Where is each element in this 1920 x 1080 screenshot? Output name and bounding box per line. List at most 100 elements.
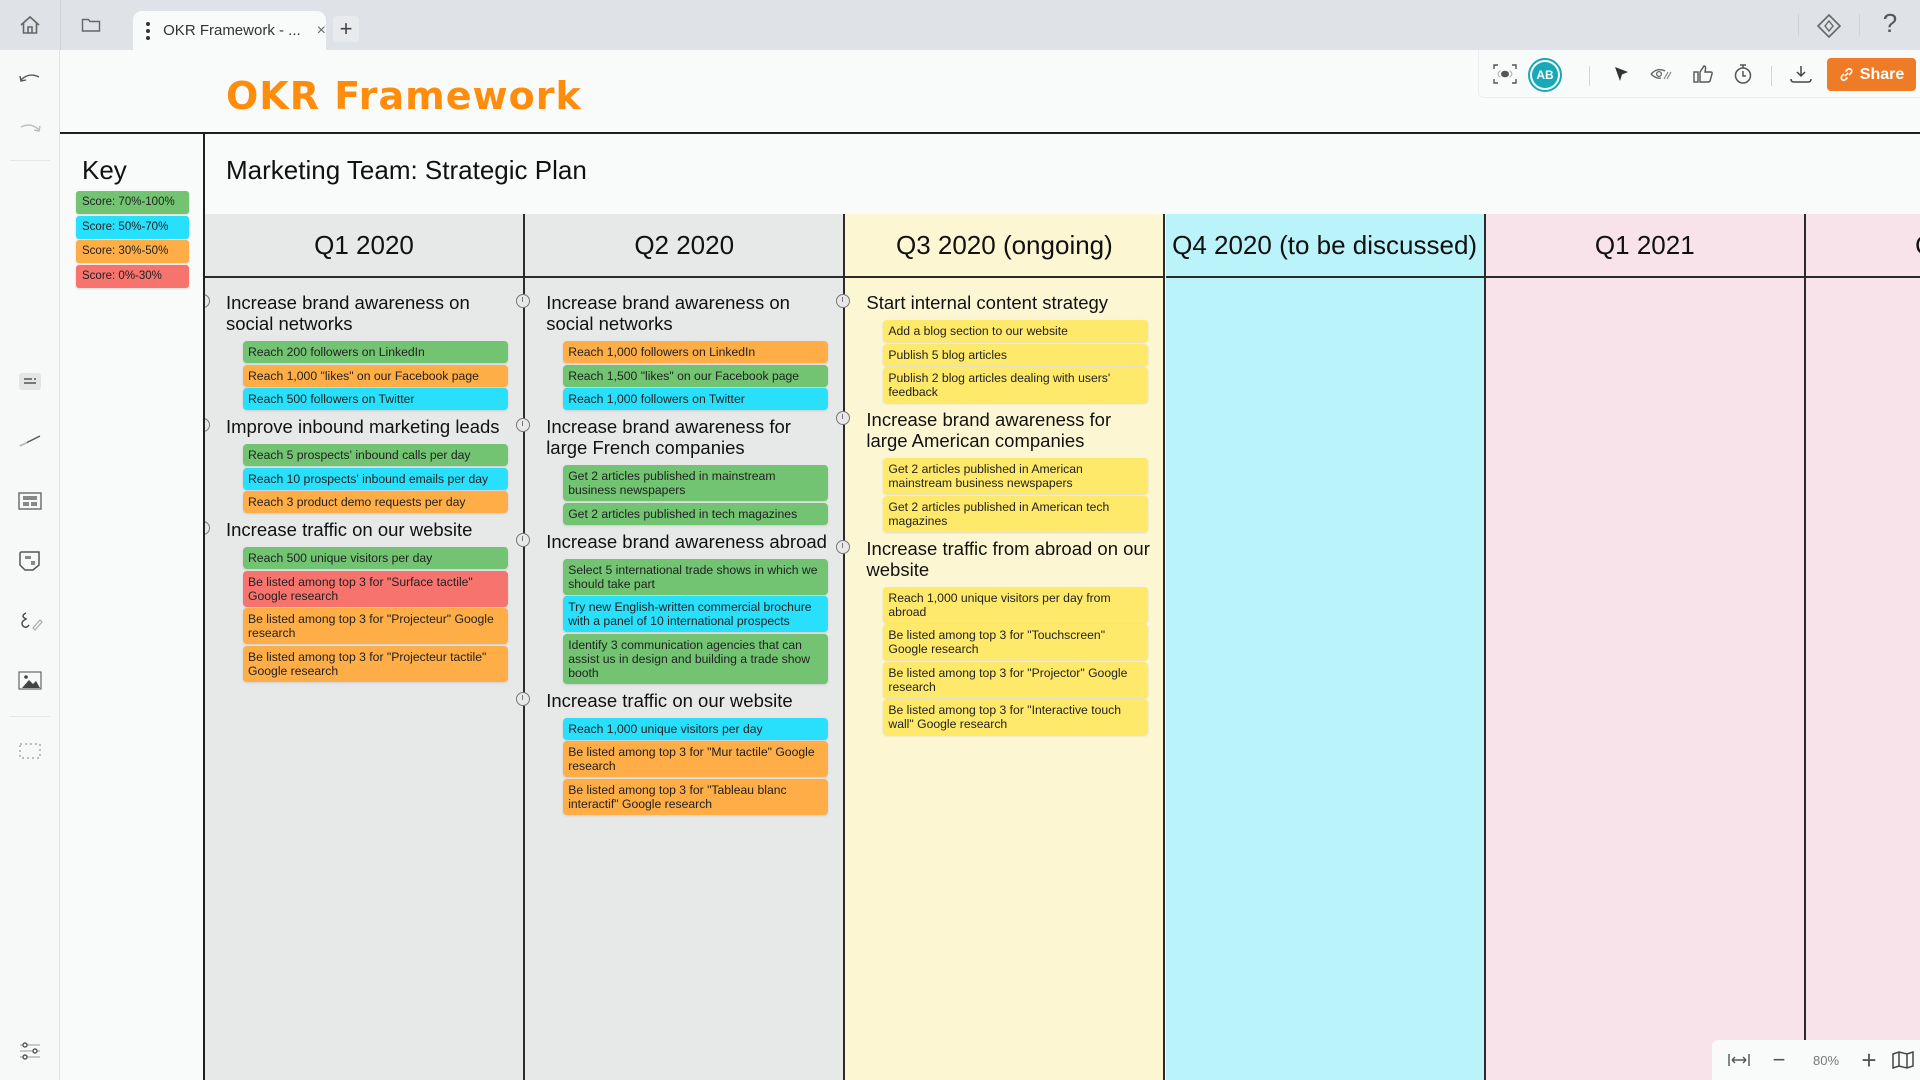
- key-result-card[interactable]: Add a blog section to our website: [883, 320, 1149, 342]
- quarter-column: Q1 2020 Increase brand awareness on socia…: [205, 214, 525, 1080]
- template-icon: [18, 492, 42, 510]
- export-button[interactable]: [1787, 60, 1815, 88]
- objective-title[interactable]: Increase brand awareness on social netwo…: [546, 288, 833, 341]
- column-header[interactable]: Q1 2020: [205, 214, 523, 278]
- draw-tool-button[interactable]: [15, 608, 45, 634]
- key-result-card[interactable]: Get 2 articles published in American tec…: [883, 495, 1149, 532]
- zoom-in-button[interactable]: +: [1858, 1045, 1880, 1075]
- key-item[interactable]: Score: 70%-100%: [76, 191, 189, 214]
- objective-marker-icon[interactable]: [205, 418, 210, 432]
- timer-button[interactable]: [1729, 60, 1757, 88]
- key-result-card[interactable]: Be listed among top 3 for "Interactive t…: [883, 699, 1149, 735]
- objective-title[interactable]: Increase traffic on our website: [226, 515, 513, 547]
- key-result-card[interactable]: Reach 500 followers on Twitter: [243, 388, 508, 410]
- key-result-card[interactable]: Reach 200 followers on LinkedIn: [243, 341, 508, 363]
- objective-title[interactable]: Improve inbound marketing leads: [226, 412, 513, 444]
- zoom-level[interactable]: 80%: [1806, 1048, 1846, 1072]
- key-result-card[interactable]: Be listed among top 3 for "Surface tacti…: [243, 570, 508, 607]
- redo-button[interactable]: [15, 114, 45, 140]
- objective-title[interactable]: Increase traffic on our website: [546, 686, 833, 718]
- help-button[interactable]: ?: [1875, 8, 1905, 42]
- key-result-card[interactable]: Reach 1,000 unique visitors per day: [563, 717, 829, 740]
- user-avatar[interactable]: AB: [1528, 58, 1562, 92]
- objective-title[interactable]: Increase brand awareness for large Ameri…: [866, 405, 1153, 458]
- presentation-button[interactable]: [1491, 60, 1519, 88]
- objective-title[interactable]: Increase brand awareness for large Frenc…: [546, 412, 833, 465]
- plan-title[interactable]: Marketing Team: Strategic Plan: [226, 155, 587, 186]
- key-result-card[interactable]: Reach 1,000 followers on Twitter: [563, 388, 829, 410]
- key-result-card[interactable]: Reach 3 product demo requests per day: [243, 491, 508, 513]
- key-result-card[interactable]: Reach 1,000 "likes" on our Facebook page: [243, 364, 508, 387]
- text-tool-button[interactable]: [15, 368, 45, 394]
- key-result-card[interactable]: Get 2 articles published in tech magazin…: [563, 502, 829, 525]
- objective-title[interactable]: Increase traffic from abroad on our webs…: [866, 534, 1153, 587]
- key-result-card[interactable]: Publish 2 blog articles dealing with use…: [883, 367, 1149, 403]
- folder-button[interactable]: [78, 14, 104, 36]
- template-tool-button[interactable]: [15, 488, 45, 514]
- objective-title[interactable]: Increase brand awareness abroad: [546, 527, 833, 559]
- objective-marker-icon[interactable]: [205, 521, 210, 535]
- cursor-button[interactable]: [1607, 60, 1635, 88]
- key-result-card[interactable]: Reach 5 prospects' inbound calls per day: [243, 444, 508, 466]
- add-tab-button[interactable]: +: [333, 16, 359, 42]
- undo-button[interactable]: [15, 64, 45, 90]
- key-result-card[interactable]: Be listed among top 3 for "Touchscreen" …: [883, 624, 1149, 660]
- objective-marker-icon[interactable]: [836, 294, 851, 308]
- objective-marker-icon[interactable]: [516, 691, 531, 706]
- key-result-card[interactable]: Identify 3 communication agencies that c…: [563, 633, 829, 684]
- objective-marker-icon[interactable]: [836, 411, 851, 425]
- objective-marker-icon[interactable]: [516, 418, 531, 432]
- key-result-card[interactable]: Reach 10 prospects' inbound emails per d…: [243, 467, 508, 490]
- board-title[interactable]: OKR Framework: [226, 74, 582, 118]
- tab-bar: OKR Framework - ... × + ?: [0, 0, 1920, 50]
- key-result-card[interactable]: Be listed among top 3 for "Projecteur ta…: [243, 645, 508, 682]
- home-button[interactable]: [14, 12, 46, 38]
- key-result-card[interactable]: Reach 1,000 followers on LinkedIn: [563, 341, 829, 363]
- vote-button[interactable]: [1689, 60, 1717, 88]
- divider: [1589, 66, 1590, 86]
- objective-marker-icon[interactable]: [516, 294, 531, 308]
- objective-title[interactable]: Start internal content strategy: [866, 288, 1153, 320]
- share-button[interactable]: Share: [1827, 58, 1916, 91]
- image-icon: [18, 671, 42, 690]
- key-result-card[interactable]: Get 2 articles published in American mai…: [883, 458, 1149, 494]
- objective-marker-icon[interactable]: [836, 539, 851, 554]
- line-tool-button[interactable]: [15, 428, 45, 454]
- objective-marker-icon[interactable]: [205, 294, 210, 308]
- key-result-card[interactable]: Be listed among top 3 for "Projecteur" G…: [243, 608, 508, 644]
- key-item[interactable]: Score: 30%-50%: [76, 240, 189, 264]
- column-header[interactable]: Q2 2020: [525, 214, 844, 278]
- key-result-card[interactable]: Publish 5 blog articles: [883, 343, 1149, 366]
- tab-okr-framework[interactable]: OKR Framework - ... ×: [133, 11, 326, 50]
- column-header[interactable]: Q4 2020 (to be discussed): [1165, 214, 1484, 278]
- sticky-note-tool-button[interactable]: [15, 548, 45, 574]
- diamond-icon: [1816, 13, 1842, 39]
- key-result-card[interactable]: Get 2 articles published in mainstream b…: [563, 465, 829, 501]
- close-tab-icon[interactable]: ×: [317, 22, 326, 40]
- settings-button[interactable]: [15, 1038, 45, 1064]
- key-result-card[interactable]: Reach 500 unique visitors per day: [243, 547, 508, 569]
- key-result-card[interactable]: Be listed among top 3 for "Mur tactile" …: [563, 741, 829, 777]
- fit-width-button[interactable]: [1726, 1048, 1752, 1072]
- visibility-button[interactable]: [1647, 60, 1675, 88]
- tab-menu-icon[interactable]: [145, 21, 150, 40]
- integrations-button[interactable]: [1816, 13, 1842, 39]
- column-header[interactable]: Q2 2021: [1806, 214, 1920, 278]
- objective-title[interactable]: Increase brand awareness on social netwo…: [226, 288, 513, 341]
- minimap-button[interactable]: [1890, 1048, 1916, 1072]
- zoom-out-button[interactable]: −: [1768, 1047, 1790, 1072]
- frame-tool-button[interactable]: [15, 738, 45, 764]
- key-result-card[interactable]: Be listed among top 3 for "Tableau blanc…: [563, 778, 829, 815]
- objective-marker-icon[interactable]: [516, 532, 531, 547]
- column-header[interactable]: Q3 2020 (ongoing): [845, 214, 1164, 278]
- key-result-card[interactable]: Reach 1,500 "likes" on our Facebook page: [563, 364, 829, 387]
- image-tool-button[interactable]: [15, 668, 45, 694]
- key-result-card[interactable]: Select 5 international trade shows in wh…: [563, 558, 829, 595]
- key-item[interactable]: Score: 0%-30%: [76, 265, 189, 289]
- key-result-card[interactable]: Try new English-written commercial broch…: [563, 596, 829, 632]
- key-result-card[interactable]: Be listed among top 3 for "Projector" Go…: [883, 661, 1149, 698]
- key-result-card[interactable]: Reach 1,000 unique visitors per day from…: [883, 586, 1149, 623]
- column-header[interactable]: Q1 2021: [1485, 214, 1804, 278]
- key-item[interactable]: Score: 50%-70%: [76, 215, 189, 239]
- quarter-column: Q1 2021: [1485, 214, 1806, 1080]
